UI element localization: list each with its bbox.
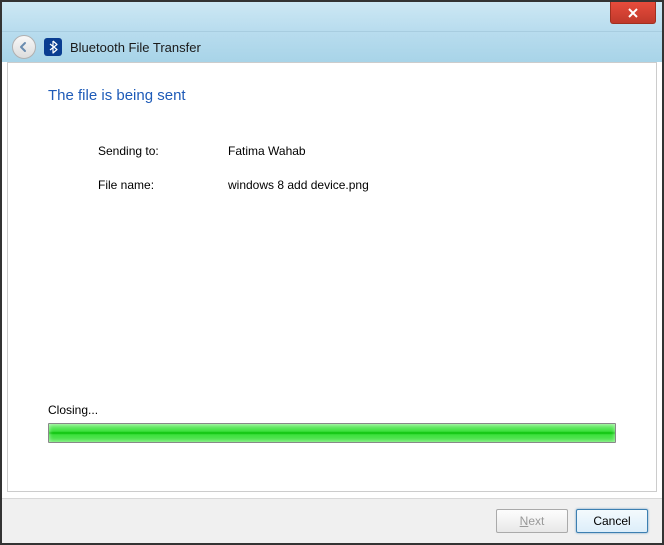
close-button[interactable] bbox=[610, 2, 656, 24]
back-arrow-icon bbox=[18, 41, 30, 53]
page-heading: The file is being sent bbox=[48, 87, 616, 104]
header-bar: Bluetooth File Transfer bbox=[2, 32, 662, 62]
window-title: Bluetooth File Transfer bbox=[70, 40, 201, 55]
file-name-label: File name: bbox=[98, 178, 228, 192]
sending-to-row: Sending to: Fatima Wahab bbox=[48, 144, 616, 158]
bluetooth-icon bbox=[44, 38, 62, 56]
next-button[interactable]: Next bbox=[496, 509, 568, 533]
sending-to-label: Sending to: bbox=[98, 144, 228, 158]
titlebar bbox=[2, 2, 662, 32]
progress-fill bbox=[49, 424, 615, 442]
file-name-row: File name: windows 8 add device.png bbox=[48, 178, 616, 192]
content-area: The file is being sent Sending to: Fatim… bbox=[7, 62, 657, 492]
progress-status: Closing... bbox=[48, 403, 616, 417]
back-button[interactable] bbox=[12, 35, 36, 59]
sending-to-value: Fatima Wahab bbox=[228, 144, 616, 158]
file-name-value: windows 8 add device.png bbox=[228, 178, 616, 192]
cancel-button[interactable]: Cancel bbox=[576, 509, 648, 533]
close-icon bbox=[628, 8, 638, 18]
progress-bar bbox=[48, 423, 616, 443]
progress-section: Closing... bbox=[48, 403, 616, 443]
footer-bar: Next Cancel bbox=[2, 498, 662, 543]
